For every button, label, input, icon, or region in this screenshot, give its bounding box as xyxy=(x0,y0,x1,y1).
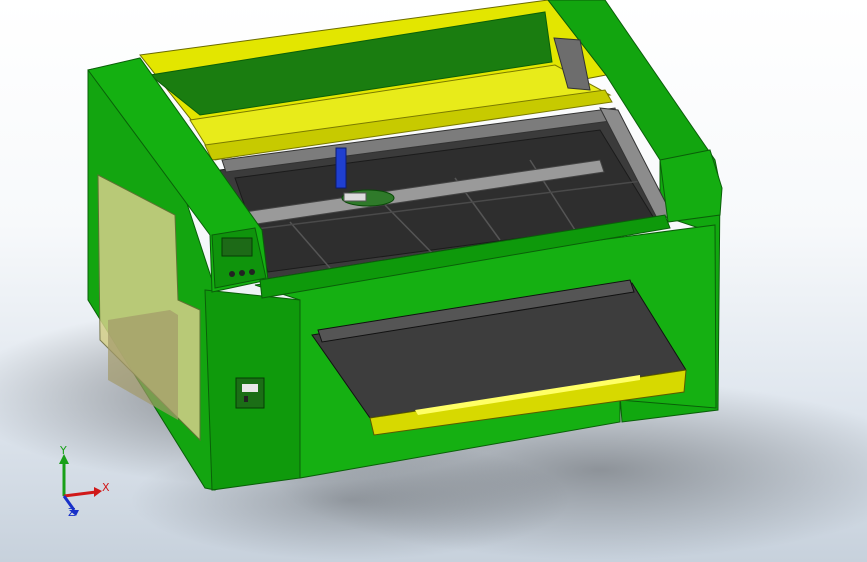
power-switch-box[interactable] xyxy=(235,377,265,409)
model-canvas[interactable]: Y X Z xyxy=(0,0,867,562)
z-axis-label: Z xyxy=(68,506,76,519)
cad-viewport[interactable]: Y X Z xyxy=(0,0,867,562)
x-axis-arrow xyxy=(63,490,97,498)
laser-cutter-model[interactable] xyxy=(87,0,723,491)
right-column-cap xyxy=(659,149,723,223)
x-axis-label: X xyxy=(102,481,110,494)
y-axis-label: Y xyxy=(59,444,67,457)
